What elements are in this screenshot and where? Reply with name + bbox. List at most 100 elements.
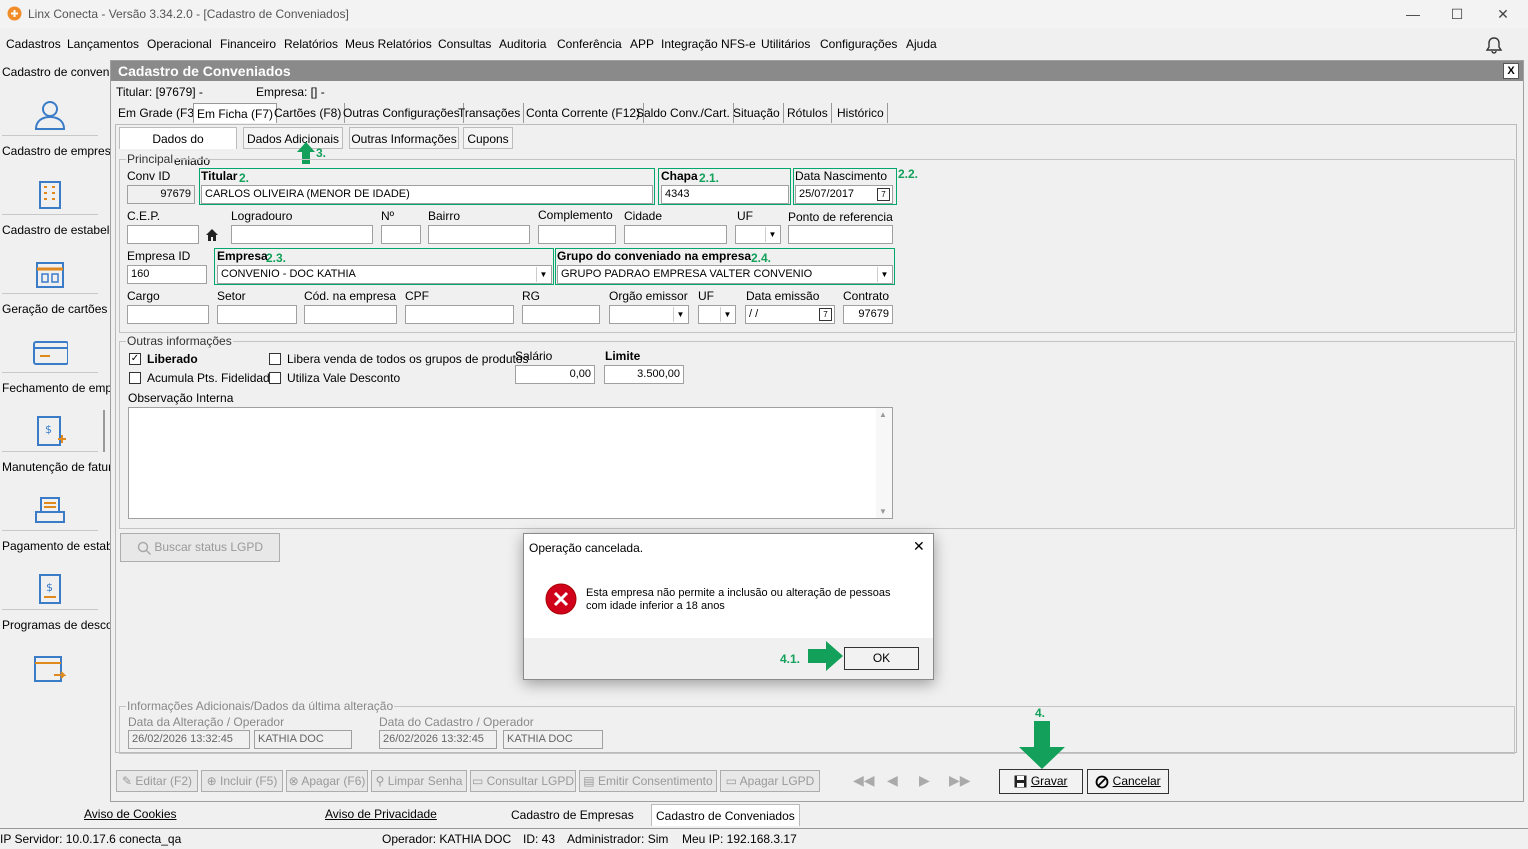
limite-field[interactable]: 3.500,00 xyxy=(604,365,684,384)
cpf-field[interactable] xyxy=(405,305,514,324)
libera-venda-checkbox[interactable] xyxy=(269,353,281,365)
grupo-select[interactable]: GRUPO PADRAO EMPRESA VALTER CONVENIO ▼ xyxy=(557,265,893,284)
empresa-id-field[interactable]: 160 xyxy=(127,265,207,284)
tab-saldo[interactable]: Saldo Conv./Cart. xyxy=(633,103,734,123)
data-emissao-field[interactable]: / / 7 xyxy=(745,305,835,324)
subtab-dados-conveniado[interactable]: Dados do Conveniado xyxy=(119,127,237,168)
menu-lancamentos[interactable]: Lançamentos xyxy=(67,37,139,51)
cidade-field[interactable] xyxy=(624,225,727,244)
menu-meus-relatorios[interactable]: Meus Relatórios xyxy=(345,37,432,51)
invoice-icon: $ xyxy=(37,416,66,446)
subtab-outras-informacoes[interactable]: Outras Informações xyxy=(349,127,459,149)
consultar-lgpd-button[interactable]: ▭ Consultar LGPD xyxy=(470,770,576,792)
tab-situacao[interactable]: Situação xyxy=(730,103,784,123)
aviso-privacidade-link[interactable]: Aviso de Privacidade xyxy=(325,807,437,821)
editar-button[interactable]: ✎ Editar (F2) xyxy=(116,770,198,792)
last-record-icon[interactable]: ▶▶ xyxy=(949,772,971,789)
observacao-textarea[interactable]: ▲ ▼ xyxy=(128,407,893,519)
home-icon[interactable] xyxy=(205,228,219,242)
menu-utilitarios[interactable]: Utilitários xyxy=(761,37,810,51)
sidebar-item-geracao-cartoes[interactable]: Geração de cartões xyxy=(2,297,107,373)
salario-field[interactable]: 0,00 xyxy=(515,365,595,384)
bairro-field[interactable] xyxy=(428,225,530,244)
setor-field[interactable] xyxy=(217,305,297,324)
sidebar-item-cadastro-conveniados[interactable]: Cadastro de conveniados xyxy=(2,60,138,136)
gravar-button[interactable]: Gravar xyxy=(999,769,1083,794)
tab-outras-configuracoes[interactable]: Outras Configurações xyxy=(340,103,464,123)
previous-record-icon[interactable]: ◀ xyxy=(887,772,898,789)
scroll-up-icon[interactable]: ▲ xyxy=(879,410,887,419)
uf-emissor-select[interactable]: ▼ xyxy=(698,305,736,324)
bell-icon[interactable] xyxy=(1484,35,1504,55)
tab-em-ficha[interactable]: Em Ficha (F7) xyxy=(193,103,278,123)
splitter[interactable] xyxy=(103,410,105,452)
sidebar-item-pagamento-estabelecimentos[interactable]: Pagamento de estabelecimentos $ xyxy=(2,534,177,610)
subtab-dados-adicionais[interactable]: Dados Adicionais xyxy=(243,127,343,149)
aviso-cookies-link[interactable]: Aviso de Cookies xyxy=(84,807,177,821)
maximize-icon[interactable]: ☐ xyxy=(1447,4,1467,24)
contrato-field[interactable]: 97679 xyxy=(843,305,893,324)
cep-field[interactable] xyxy=(127,225,199,244)
ok-button[interactable]: OK xyxy=(844,647,919,670)
sidebar-item-cadastro-estabelecimentos[interactable]: Cadastro de estabelecimentos xyxy=(2,218,164,294)
calendar-icon[interactable]: 7 xyxy=(877,188,890,201)
menu-configuracoes[interactable]: Configurações xyxy=(820,37,897,51)
menu-ajuda[interactable]: Ajuda xyxy=(906,37,937,51)
vale-desconto-checkbox[interactable] xyxy=(269,372,281,384)
tab-em-grade[interactable]: Em Grade (F3) xyxy=(115,103,203,123)
tab-rotulos[interactable]: Rótulos xyxy=(784,103,832,123)
menu-cadastros[interactable]: Cadastros xyxy=(6,37,61,51)
ponto-referencia-field[interactable] xyxy=(788,225,893,244)
cod-empresa-field[interactable] xyxy=(304,305,397,324)
menu-relatorios[interactable]: Relatórios xyxy=(284,37,338,51)
acumula-checkbox[interactable] xyxy=(129,372,141,384)
tab-cartoes[interactable]: Cartões (F8) xyxy=(271,103,346,123)
tab-transacoes[interactable]: Transações xyxy=(455,103,525,123)
limpar-senha-button[interactable]: ⚲ Limpar Senha xyxy=(371,770,467,792)
sidebar-item-cadastro-empresas[interactable]: Cadastro de empresas xyxy=(2,139,123,215)
tab-historico[interactable]: Histórico xyxy=(834,103,888,123)
tab-conta-corrente[interactable]: Conta Corrente (F12) xyxy=(523,103,645,123)
uf-select[interactable]: ▼ xyxy=(735,225,781,244)
menu-integracao-nfse[interactable]: Integração NFS-e xyxy=(661,37,756,51)
buscar-lgpd-button[interactable]: Buscar status LGPD xyxy=(120,533,280,562)
orgao-emissor-select[interactable]: ▼ xyxy=(609,305,689,324)
cargo-field[interactable] xyxy=(127,305,209,324)
numero-field[interactable] xyxy=(381,225,421,244)
menu-financeiro[interactable]: Financeiro xyxy=(220,37,276,51)
incluir-button[interactable]: ⊕ Incluir (F5) xyxy=(201,770,283,792)
rg-field[interactable] xyxy=(522,305,600,324)
complemento-field[interactable] xyxy=(538,225,616,244)
menu-app[interactable]: APP xyxy=(630,37,654,51)
menu-conferencia[interactable]: Conferência xyxy=(557,37,622,51)
apagar-lgpd-button[interactable]: ▭ Apagar LGPD xyxy=(720,770,820,792)
close-window-icon[interactable]: ✕ xyxy=(1493,4,1513,24)
titular-field[interactable]: CARLOS OLIVEIRA (MENOR DE IDADE) xyxy=(201,185,653,204)
apagar-button[interactable]: ⊗ Apagar (F6) xyxy=(286,770,368,792)
chapa-field[interactable]: 4343 xyxy=(661,185,789,204)
cancelar-button[interactable]: Cancelar xyxy=(1087,769,1169,794)
menu-consultas[interactable]: Consultas xyxy=(438,37,491,51)
dialog-close-icon[interactable]: ✕ xyxy=(913,538,925,555)
liberado-checkbox[interactable]: ✓ xyxy=(129,353,141,365)
close-form-button[interactable]: X xyxy=(1503,63,1519,79)
calendar-icon[interactable]: 7 xyxy=(819,308,832,321)
sidebar-item-programas-desconto[interactable]: Programas de desconto xyxy=(2,613,129,689)
first-record-icon[interactable]: ◀◀ xyxy=(853,772,875,789)
emitir-consentimento-button[interactable]: ▤ Emitir Consentimento xyxy=(579,770,717,792)
scrollbar[interactable]: ▲ ▼ xyxy=(876,408,892,518)
scroll-down-icon[interactable]: ▼ xyxy=(879,507,887,516)
bottom-tab-conveniados[interactable]: Cadastro de Conveniados xyxy=(651,804,800,826)
empresa-select[interactable]: CONVENIO - DOC KATHIA ▼ xyxy=(217,265,552,284)
observacao-label: Observação Interna xyxy=(128,391,234,405)
next-record-icon[interactable]: ▶ xyxy=(919,772,930,789)
menu-auditoria[interactable]: Auditoria xyxy=(499,37,546,51)
bottom-tab-empresas[interactable]: Cadastro de Empresas xyxy=(511,808,634,822)
nascimento-field[interactable]: 25/07/2017 7 xyxy=(795,185,893,204)
sidebar-item-fechamento-empresas[interactable]: Fechamento de empresas $ xyxy=(2,376,141,452)
sidebar-item-manutencao-faturas[interactable]: Manutenção de faturas xyxy=(2,455,125,531)
menu-operacional[interactable]: Operacional xyxy=(147,37,212,51)
minimize-icon[interactable]: — xyxy=(1403,4,1423,24)
subtab-cupons[interactable]: Cupons xyxy=(463,127,513,149)
logradouro-field[interactable] xyxy=(231,225,373,244)
